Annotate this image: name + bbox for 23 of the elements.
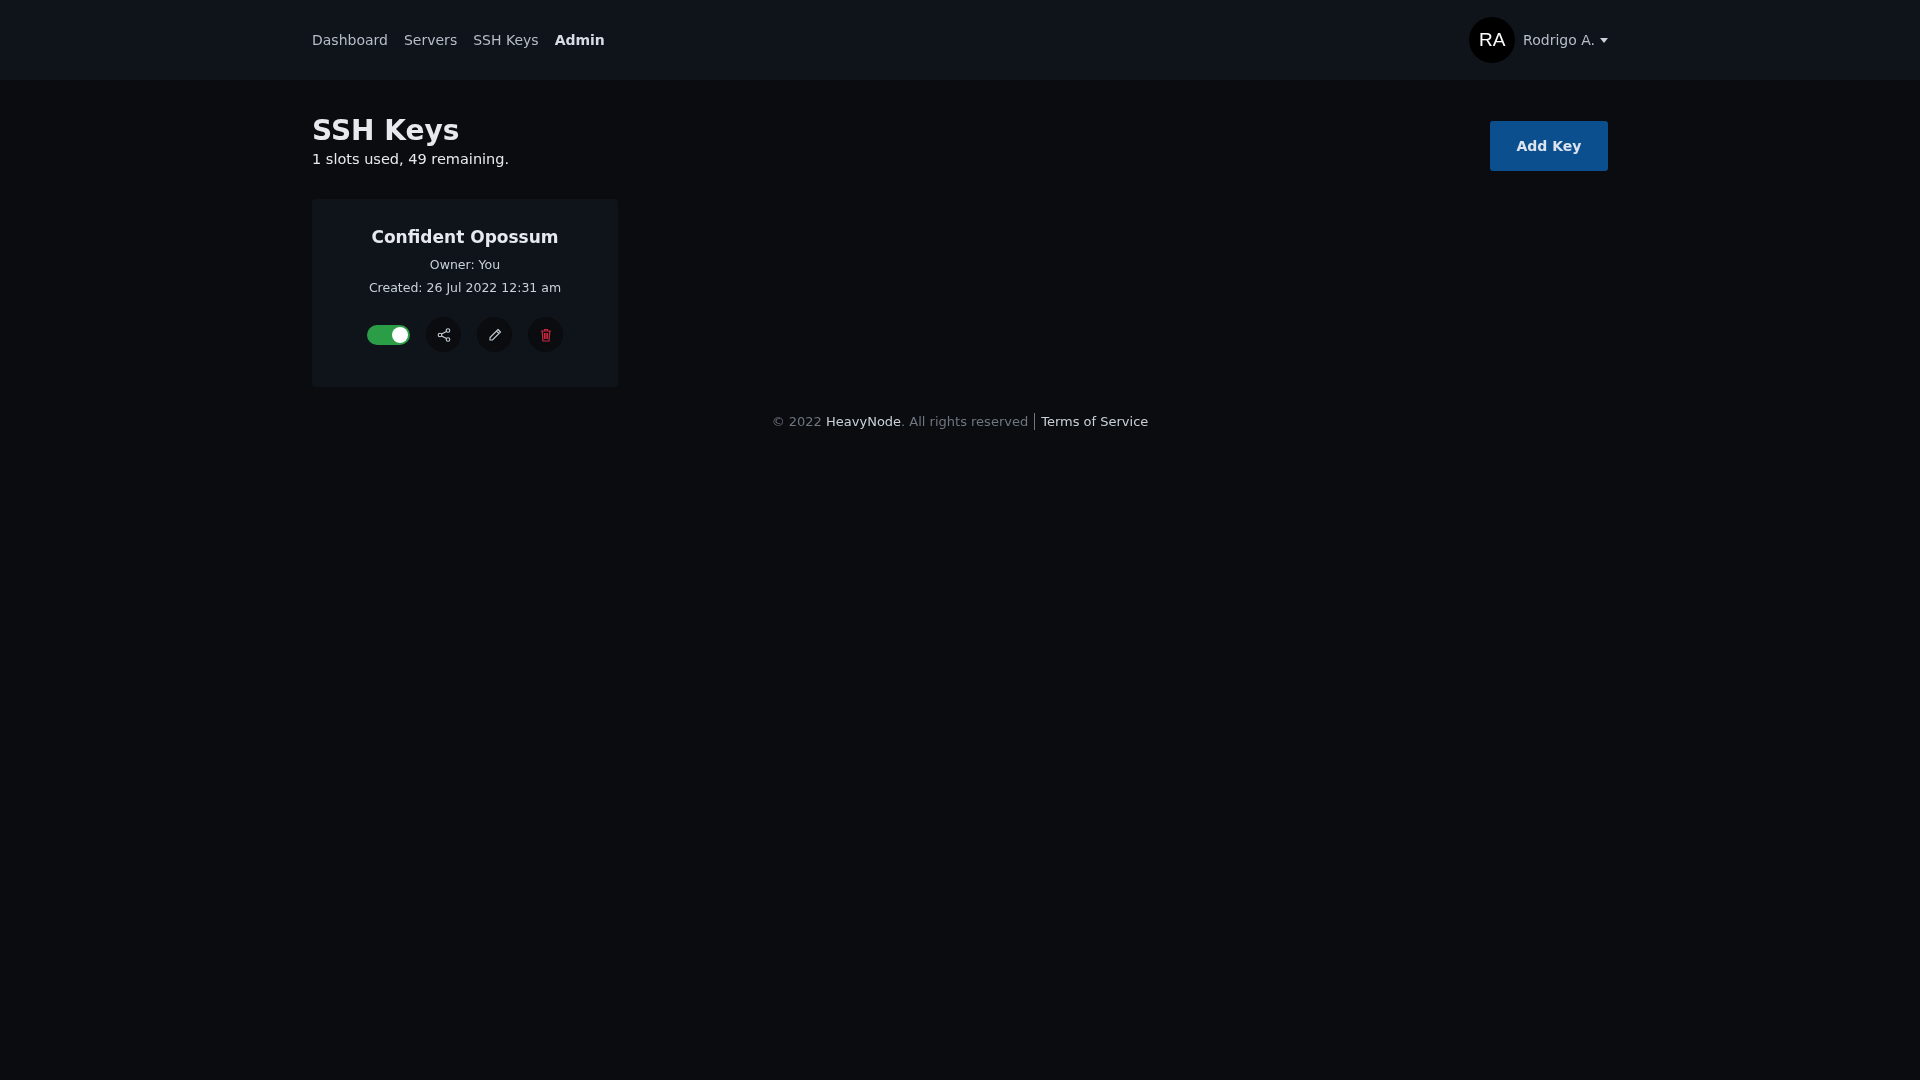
nav-link[interactable]: Admin — [554, 32, 605, 48]
edit-button[interactable] — [477, 317, 512, 352]
brand-link[interactable]: HeavyNode — [826, 414, 902, 429]
share-icon — [436, 327, 451, 342]
key-created-date: Created: 26 Jul 2022 12:31 am — [368, 280, 562, 295]
copyright-text: © 2022 HeavyNode. All rights reserved — [771, 414, 1029, 429]
delete-button[interactable] — [528, 317, 563, 352]
key-enabled-toggle[interactable] — [367, 324, 410, 345]
terms-link[interactable]: Terms of Service — [1041, 414, 1149, 429]
nav-link[interactable]: Servers — [403, 32, 458, 48]
user-menu-button[interactable]: Rodrigo A. — [1523, 32, 1608, 48]
slots-summary: 1 slots used, 49 remaining. — [312, 150, 510, 167]
share-button[interactable] — [426, 317, 461, 352]
trash-icon — [539, 327, 552, 342]
page-title: SSH Keys — [312, 116, 461, 147]
pencil-icon — [487, 327, 502, 342]
add-key-button[interactable]: Add Key — [1490, 121, 1608, 171]
caret-icon — [1600, 37, 1608, 43]
nav-link[interactable]: Dashboard — [312, 32, 388, 48]
user-avatar[interactable]: RA — [1469, 17, 1516, 63]
key-name: Confident Opossum — [371, 227, 559, 247]
nav-link[interactable]: SSH Keys — [473, 32, 539, 48]
key-owner: Owner: You — [429, 257, 501, 272]
